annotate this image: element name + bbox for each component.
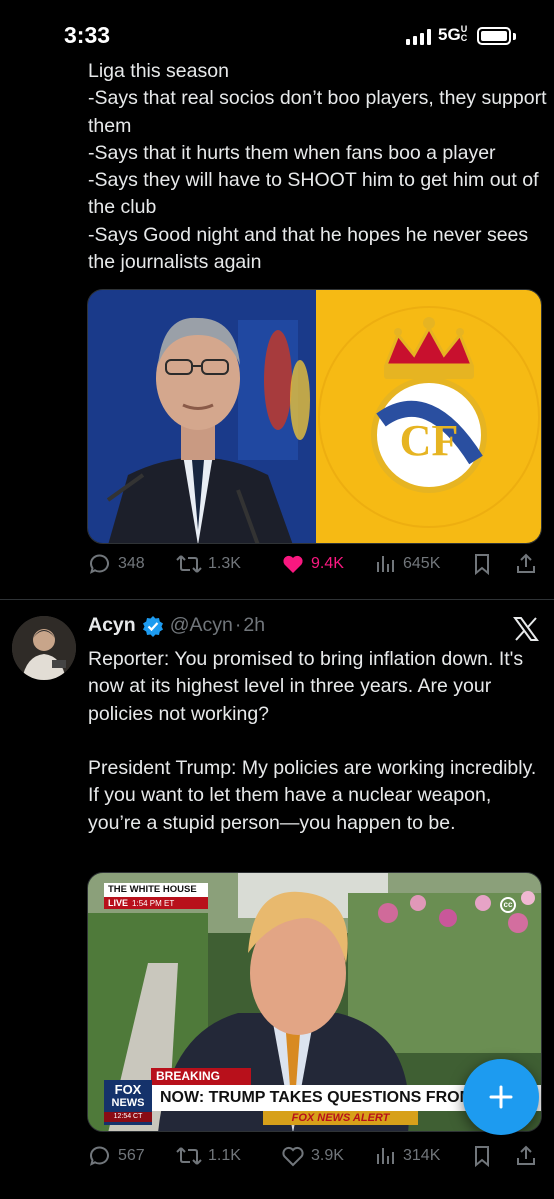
author-handle[interactable]: @Acyn: [170, 614, 233, 637]
plus-icon: [489, 1085, 513, 1109]
channel-tag: THE WHITE HOUSE LIVE 1:54 PM ET: [104, 883, 208, 909]
reply-button[interactable]: 567: [88, 1144, 145, 1168]
separator-dot: ·: [234, 614, 242, 636]
bookmark-button[interactable]: [471, 552, 493, 576]
verified-badge-icon: [142, 615, 163, 637]
speech-bubble-icon: [89, 554, 109, 574]
like-button[interactable]: 9.4K: [281, 552, 344, 576]
share-button[interactable]: [514, 552, 538, 576]
avatar-image: [12, 616, 76, 680]
network-label: 5GUC: [438, 24, 468, 45]
repost-arrows-icon: [176, 1147, 202, 1165]
view-count: 645K: [403, 555, 441, 572]
like-count: 9.4K: [311, 555, 344, 572]
battery-tip: [513, 33, 516, 40]
cellular-signal-icon: [406, 29, 431, 45]
repost-arrows-icon: [176, 555, 202, 573]
post-time[interactable]: 2h: [243, 614, 265, 637]
like-button[interactable]: 3.9K: [281, 1144, 344, 1168]
heart-icon: [282, 1146, 304, 1167]
tweet-text[interactable]: Liga this season -Says that real socios …: [88, 58, 548, 276]
author-name[interactable]: Acyn: [88, 614, 136, 637]
avatar[interactable]: [12, 616, 76, 680]
divider: [0, 599, 554, 600]
tweet-text[interactable]: Reporter: You promised to bring inflatio…: [88, 646, 548, 837]
fox-news-logo: FOX NEWS 12:54 CT: [104, 1080, 152, 1125]
status-time: 3:33: [64, 22, 111, 48]
tweet-actions: 348 1.3K 9.4K 645K: [88, 552, 542, 582]
share-icon: [517, 553, 535, 573]
like-count: 3.9K: [311, 1147, 344, 1164]
crown-crest-icon: CF: [318, 306, 540, 528]
breaking-news-label: BREAKING NEWS: [151, 1068, 251, 1100]
tweet-actions: 567 1.1K 3.9K 314K: [88, 1144, 542, 1174]
repost-button[interactable]: 1.3K: [176, 552, 241, 576]
heart-icon: [283, 555, 303, 573]
photo-portrait: [88, 290, 316, 543]
repost-button[interactable]: 1.1K: [176, 1144, 241, 1168]
alert-strip: FOX NEWS ALERT: [263, 1111, 418, 1125]
live-label: LIVE: [108, 898, 129, 908]
bar-chart-icon: [377, 1148, 394, 1164]
x-logo-icon: [513, 617, 539, 641]
bookmark-icon: [475, 554, 489, 576]
bookmark-icon: [475, 1146, 489, 1168]
compose-button[interactable]: [463, 1059, 539, 1135]
reply-count: 567: [118, 1147, 145, 1164]
cc-icon[interactable]: cc: [500, 897, 516, 913]
reply-button[interactable]: 348: [88, 552, 145, 576]
svg-text:CF: CF: [400, 416, 459, 465]
share-button[interactable]: [514, 1144, 538, 1168]
channel-tag-title: THE WHITE HOUSE: [108, 884, 197, 895]
views-button[interactable]: 645K: [375, 552, 440, 576]
speech-bubble-icon: [89, 1146, 109, 1166]
reply-count: 348: [118, 555, 145, 572]
bar-chart-icon: [377, 556, 394, 572]
live-time: 1:54 PM ET: [132, 898, 175, 908]
repost-count: 1.1K: [208, 1147, 241, 1164]
views-button[interactable]: 314K: [375, 1144, 440, 1168]
share-icon: [517, 1145, 535, 1165]
portrait-illustration: [88, 290, 316, 543]
repost-count: 1.3K: [208, 555, 241, 572]
tweet-header: Acyn @Acyn · 2h: [88, 614, 265, 637]
view-count: 314K: [403, 1147, 441, 1164]
club-crest-image: CF: [316, 290, 541, 543]
tweet-media-image[interactable]: CF: [87, 289, 542, 544]
battery-icon: [477, 27, 511, 45]
bookmark-button[interactable]: [471, 1144, 493, 1168]
